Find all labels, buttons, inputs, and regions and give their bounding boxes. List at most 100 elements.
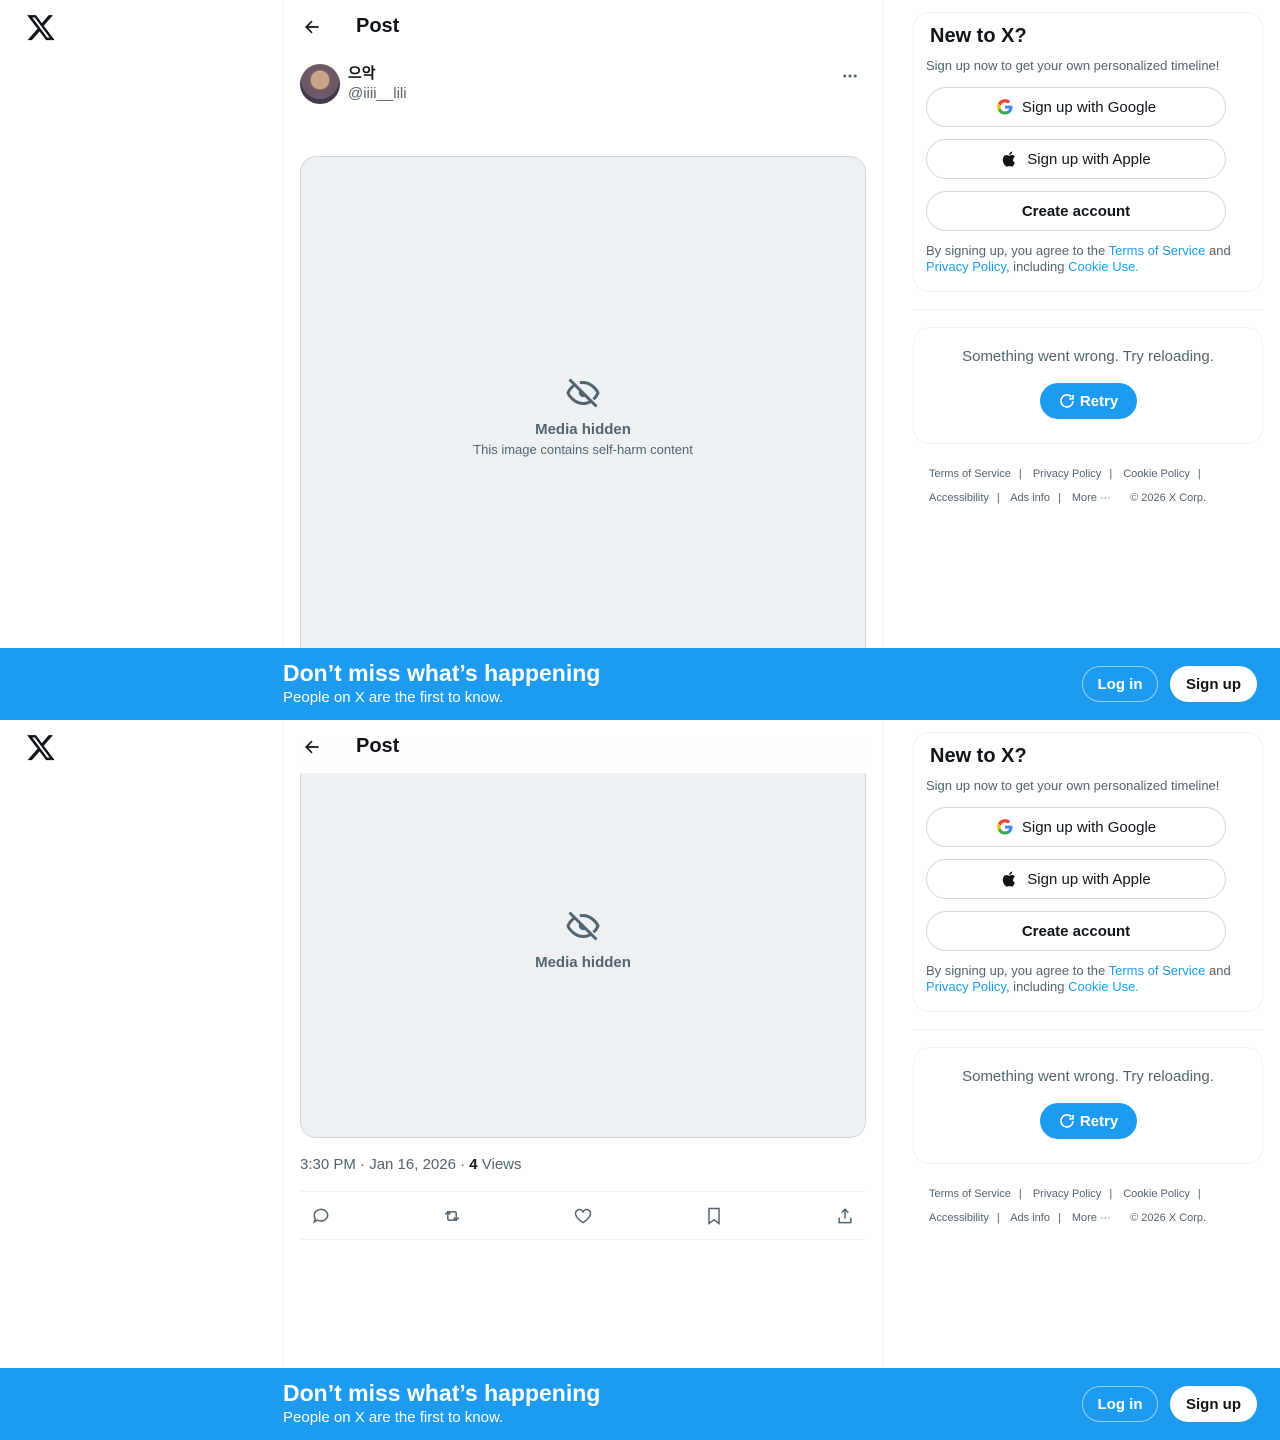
refresh-icon <box>1060 394 1074 408</box>
repost-button[interactable] <box>435 1199 469 1233</box>
sidebar-footer: Terms of Service | Privacy Policy | Cookie… <box>929 468 1207 504</box>
footer-more-link[interactable]: More ··· <box>1072 1212 1111 1224</box>
apple-signup-button[interactable]: Sign up with Apple <box>926 139 1226 179</box>
signup-card: New to X? Sign up now to get your own pe… <box>913 12 1263 292</box>
main-column: Post 으악 @iiii__lili Media hidden This im… <box>283 0 883 720</box>
page-title: Post <box>356 15 400 37</box>
error-card: Something went wrong. Try reloading. Ret… <box>913 1047 1263 1164</box>
privacy-link[interactable]: Privacy Policy <box>926 259 1006 274</box>
more-horizontal-icon <box>843 74 857 78</box>
reply-button[interactable] <box>304 1199 338 1233</box>
footer-more-link[interactable]: More ··· <box>1072 492 1111 504</box>
banner-subtitle: People on X are the first to know. <box>283 1409 504 1426</box>
heart-icon <box>574 1208 592 1224</box>
terms-link[interactable]: Terms of Service <box>1109 243 1206 258</box>
footer-link[interactable]: Privacy Policy <box>1033 468 1101 480</box>
post-actions <box>300 1191 866 1240</box>
user-handle[interactable]: @iiii__lili <box>348 84 407 104</box>
eye-off-icon <box>566 378 600 408</box>
error-message: Something went wrong. Try reloading. <box>962 1068 1214 1085</box>
google-signup-button[interactable]: Sign up with Google <box>926 807 1226 847</box>
post-header: Post <box>284 720 882 773</box>
login-button[interactable]: Log in <box>1082 1386 1158 1422</box>
footer-link[interactable]: Ads info <box>1010 492 1050 504</box>
avatar[interactable] <box>300 64 340 104</box>
footer-link[interactable]: Accessibility <box>929 492 989 504</box>
banner-title: Don’t miss what’s happening <box>283 1380 601 1406</box>
like-button[interactable] <box>566 1199 600 1233</box>
footer-link[interactable]: Terms of Service <box>929 1188 1011 1200</box>
more-options-button[interactable] <box>834 64 866 88</box>
signup-title: New to X? <box>930 745 1027 767</box>
eye-off-icon <box>566 910 600 941</box>
error-card: Something went wrong. Try reloading. Ret… <box>913 327 1263 444</box>
banner-title: Don’t miss what’s happening <box>283 660 601 686</box>
page-title: Post <box>356 735 400 757</box>
post-author: 으악 @iiii__lili <box>300 64 866 108</box>
bookmark-icon <box>708 1207 720 1225</box>
create-account-button[interactable]: Create account <box>926 911 1226 951</box>
google-icon <box>997 819 1013 835</box>
error-message: Something went wrong. Try reloading. <box>962 348 1214 365</box>
repost-icon <box>444 1210 460 1221</box>
share-icon <box>838 1207 852 1223</box>
viewport-scrolled: Post Media hidden 3:30 PM · Jan 16, 2026… <box>0 720 1280 1440</box>
back-button[interactable] <box>294 729 330 765</box>
reply-icon <box>313 1208 329 1223</box>
signup-terms: By signing up, you agree to the Terms of… <box>926 243 1231 274</box>
signup-button[interactable]: Sign up <box>1170 1386 1257 1422</box>
apple-signup-button[interactable]: Sign up with Apple <box>926 859 1226 899</box>
arrow-left-icon <box>305 20 319 33</box>
viewport-top: Post 으악 @iiii__lili Media hidden This im… <box>0 0 1280 720</box>
post-timestamp: 3:30 PM · Jan 16, 2026 · 4 Views <box>300 1156 522 1173</box>
sidebar-divider <box>913 309 1263 310</box>
cookie-link[interactable]: Cookie Use. <box>1068 979 1139 994</box>
footer-link[interactable]: Cookie Policy <box>1123 1188 1190 1200</box>
refresh-icon <box>1060 1114 1074 1128</box>
right-sidebar: New to X? Sign up now to get your own pe… <box>913 732 1263 1230</box>
retry-button[interactable]: Retry <box>1039 383 1137 419</box>
footer-link[interactable]: Cookie Policy <box>1123 468 1190 480</box>
post-media-placeholder: Media hidden This image contains self-ha… <box>300 156 866 676</box>
footer-link[interactable]: Ads info <box>1010 1212 1050 1224</box>
display-name[interactable]: 으악 <box>348 64 407 84</box>
create-account-button[interactable]: Create account <box>926 191 1226 231</box>
media-hidden-label: Media hidden <box>535 421 631 438</box>
apple-icon <box>1003 151 1016 167</box>
main-column: Post Media hidden 3:30 PM · Jan 16, 2026… <box>283 720 883 1440</box>
sidebar-footer: Terms of Service | Privacy Policy | Cookie… <box>929 1188 1207 1224</box>
signup-button[interactable]: Sign up <box>1170 666 1257 702</box>
copyright: © 2026 X Corp. <box>1130 1212 1207 1224</box>
x-logo-icon[interactable] <box>26 732 58 764</box>
google-signup-button[interactable]: Sign up with Google <box>926 87 1226 127</box>
post-header: Post <box>284 0 882 53</box>
footer-link[interactable]: Privacy Policy <box>1033 1188 1101 1200</box>
views-count: 4 <box>469 1156 478 1173</box>
signup-subtitle: Sign up now to get your own personalized… <box>926 778 1220 793</box>
right-sidebar: New to X? Sign up now to get your own pe… <box>913 12 1263 510</box>
apple-signup-label: Sign up with Apple <box>1027 870 1151 888</box>
footer-link[interactable]: Terms of Service <box>929 468 1011 480</box>
back-button[interactable] <box>294 9 330 45</box>
login-banner: Don’t miss what’s happening People on X … <box>0 648 1280 720</box>
retry-button[interactable]: Retry <box>1039 1103 1137 1139</box>
copyright: © 2026 X Corp. <box>1130 492 1207 504</box>
media-hidden-sublabel: This image contains self-harm content <box>473 442 693 457</box>
privacy-link[interactable]: Privacy Policy <box>926 979 1006 994</box>
signup-subtitle: Sign up now to get your own personalized… <box>926 58 1220 73</box>
footer-link[interactable]: Accessibility <box>929 1212 989 1224</box>
apple-signup-label: Sign up with Apple <box>1027 150 1151 168</box>
bookmark-button[interactable] <box>697 1199 731 1233</box>
x-logo-icon[interactable] <box>26 12 58 44</box>
terms-link[interactable]: Terms of Service <box>1109 963 1206 978</box>
apple-icon <box>1003 871 1016 887</box>
google-signup-label: Sign up with Google <box>1021 818 1157 836</box>
share-button[interactable] <box>828 1199 862 1233</box>
signup-card: New to X? Sign up now to get your own pe… <box>913 732 1263 1012</box>
login-button[interactable]: Log in <box>1082 666 1158 702</box>
cookie-link[interactable]: Cookie Use. <box>1068 259 1139 274</box>
google-icon <box>997 99 1013 115</box>
google-signup-label: Sign up with Google <box>1021 98 1157 116</box>
login-banner: Don’t miss what’s happening People on X … <box>0 1368 1280 1440</box>
signup-title: New to X? <box>930 25 1027 47</box>
